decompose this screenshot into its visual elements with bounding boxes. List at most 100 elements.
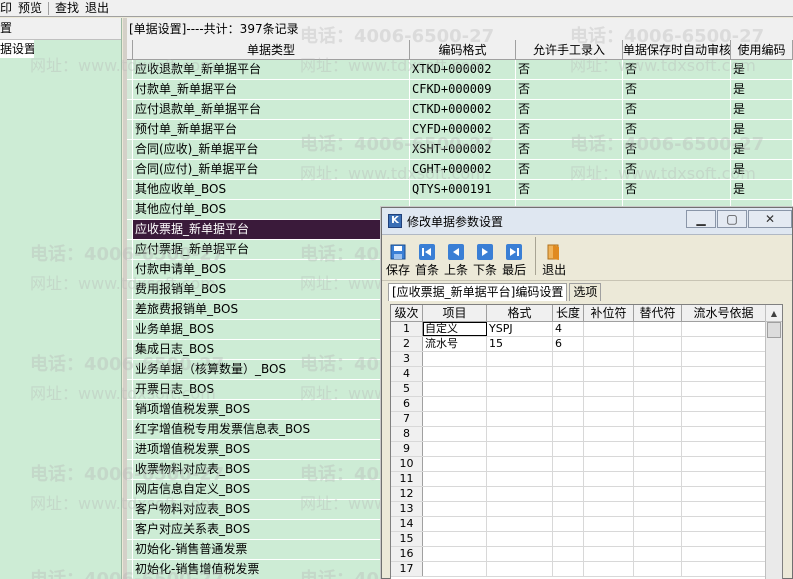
code-cell-replace[interactable] bbox=[634, 487, 682, 501]
cell-auto-audit[interactable]: 否 bbox=[623, 60, 731, 79]
code-cell-length[interactable] bbox=[553, 412, 584, 426]
cell-type[interactable]: 应收退款单_新单据平台 bbox=[133, 60, 410, 79]
code-cell-length[interactable] bbox=[553, 517, 584, 531]
cell-manual[interactable]: 否 bbox=[516, 60, 623, 79]
code-cell-replace[interactable] bbox=[634, 322, 682, 336]
code-cell-seq[interactable] bbox=[682, 412, 766, 426]
code-cell-replace[interactable] bbox=[634, 412, 682, 426]
code-cell-fill[interactable] bbox=[584, 427, 634, 441]
menu-preview[interactable]: 预览 bbox=[18, 0, 48, 16]
cell-use[interactable]: 是 bbox=[731, 180, 793, 199]
code-cell-fill[interactable] bbox=[584, 352, 634, 366]
cell-code[interactable]: CYFD+000002 bbox=[410, 120, 516, 139]
code-grid-row[interactable]: 15 bbox=[391, 532, 782, 547]
code-cell-replace[interactable] bbox=[634, 562, 682, 576]
code-cell-length[interactable] bbox=[553, 442, 584, 456]
column-header-length[interactable]: 长度 bbox=[553, 305, 584, 321]
code-grid-row[interactable]: 3 bbox=[391, 352, 782, 367]
code-grid-row[interactable]: 12 bbox=[391, 487, 782, 502]
code-cell-item[interactable] bbox=[423, 472, 487, 486]
cell-manual[interactable]: 否 bbox=[516, 180, 623, 199]
column-header-allow-manual[interactable]: 允许手工录入 bbox=[516, 40, 623, 59]
code-cell-format[interactable] bbox=[487, 352, 553, 366]
code-cell-fill[interactable] bbox=[584, 457, 634, 471]
code-cell-item[interactable] bbox=[423, 397, 487, 411]
cell-type[interactable]: 业务单据（核算数量）_BOS bbox=[133, 360, 410, 379]
code-cell-seq[interactable] bbox=[682, 532, 766, 546]
code-cell-length[interactable] bbox=[553, 367, 584, 381]
cell-auto-audit[interactable]: 否 bbox=[623, 80, 731, 99]
cell-auto-audit[interactable]: 否 bbox=[623, 140, 731, 159]
vertical-scrollbar[interactable]: ▲ bbox=[765, 305, 782, 579]
column-header-auto-audit[interactable]: 单据保存时自动审核 bbox=[623, 40, 731, 59]
code-cell-fill[interactable] bbox=[584, 547, 634, 561]
code-grid-row[interactable]: 8 bbox=[391, 427, 782, 442]
table-row[interactable]: 合同(应付)_新单据平台 CGHT+000002 否否是 bbox=[127, 160, 793, 180]
cell-type[interactable]: 红字增值税专用发票信息表_BOS bbox=[133, 420, 410, 439]
cell-use[interactable]: 是 bbox=[731, 120, 793, 139]
code-cell-replace[interactable] bbox=[634, 442, 682, 456]
code-grid-row[interactable]: 6 bbox=[391, 397, 782, 412]
code-grid-row[interactable]: 7 bbox=[391, 412, 782, 427]
code-cell-seq[interactable] bbox=[682, 502, 766, 516]
code-grid-row[interactable]: 13 bbox=[391, 502, 782, 517]
table-row[interactable]: 付款单_新单据平台 CFKD+000009 否否是 bbox=[127, 80, 793, 100]
cell-use[interactable]: 是 bbox=[731, 160, 793, 179]
code-cell-seq[interactable] bbox=[682, 442, 766, 456]
cell-code[interactable]: XSHT+000002 bbox=[410, 140, 516, 159]
column-header-serial-basis[interactable]: 流水号依据 bbox=[682, 305, 766, 321]
last-record-button[interactable]: 最后 bbox=[502, 243, 526, 277]
cell-use[interactable]: 是 bbox=[731, 80, 793, 99]
cell-auto-audit[interactable]: 否 bbox=[623, 120, 731, 139]
code-cell-seq[interactable] bbox=[682, 517, 766, 531]
column-header-fill-char[interactable]: 补位符 bbox=[584, 305, 634, 321]
code-cell-format[interactable] bbox=[487, 457, 553, 471]
code-cell-length[interactable] bbox=[553, 397, 584, 411]
code-cell-fill[interactable] bbox=[584, 562, 634, 576]
code-cell-format[interactable] bbox=[487, 532, 553, 546]
code-cell-fill[interactable] bbox=[584, 367, 634, 381]
code-grid-row[interactable]: 14 bbox=[391, 517, 782, 532]
code-cell-format[interactable]: YSPJ bbox=[487, 322, 553, 336]
scroll-thumb[interactable] bbox=[767, 322, 781, 338]
code-cell-seq[interactable] bbox=[682, 322, 766, 336]
code-grid-row[interactable]: 10 bbox=[391, 457, 782, 472]
code-cell-seq[interactable] bbox=[682, 352, 766, 366]
column-header-code-format[interactable]: 编码格式 bbox=[410, 40, 516, 59]
code-grid-row[interactable]: 2 流水号 15 6 bbox=[391, 337, 782, 352]
code-cell-item[interactable] bbox=[423, 547, 487, 561]
code-grid-row[interactable]: 17 bbox=[391, 562, 782, 577]
cell-type[interactable]: 开票日志_BOS bbox=[133, 380, 410, 399]
code-cell-length[interactable] bbox=[553, 352, 584, 366]
cell-code[interactable]: XTKD+000002 bbox=[410, 60, 516, 79]
code-cell-length[interactable] bbox=[553, 502, 584, 516]
code-cell-length[interactable] bbox=[553, 562, 584, 576]
cell-type[interactable]: 客户物料对应表_BOS bbox=[133, 500, 410, 519]
code-cell-fill[interactable] bbox=[584, 472, 634, 486]
code-cell-fill[interactable] bbox=[584, 322, 634, 336]
code-cell-replace[interactable] bbox=[634, 472, 682, 486]
code-cell-replace[interactable] bbox=[634, 517, 682, 531]
cell-type[interactable]: 应付票据_新单据平台 bbox=[133, 240, 410, 259]
cell-manual[interactable]: 否 bbox=[516, 120, 623, 139]
code-cell-replace[interactable] bbox=[634, 427, 682, 441]
column-header-item[interactable]: 项目 bbox=[423, 305, 487, 321]
cell-type[interactable]: 差旅费报销单_BOS bbox=[133, 300, 410, 319]
code-cell-length[interactable] bbox=[553, 532, 584, 546]
code-cell-seq[interactable] bbox=[682, 457, 766, 471]
cell-manual[interactable]: 否 bbox=[516, 140, 623, 159]
cell-type[interactable]: 预付单_新单据平台 bbox=[133, 120, 410, 139]
save-button[interactable]: 保存 bbox=[386, 243, 410, 277]
code-cell-length[interactable] bbox=[553, 487, 584, 501]
cell-type[interactable]: 初始化-销售增值税发票 bbox=[133, 560, 410, 579]
code-cell-fill[interactable] bbox=[584, 487, 634, 501]
table-row[interactable]: 应付退款单_新单据平台 CTKD+000002 否否是 bbox=[127, 100, 793, 120]
cell-type[interactable]: 客户对应关系表_BOS bbox=[133, 520, 410, 539]
menu-exit[interactable]: 退出 bbox=[85, 0, 115, 16]
cell-type[interactable]: 合同(应付)_新单据平台 bbox=[133, 160, 410, 179]
cell-auto-audit[interactable]: 否 bbox=[623, 160, 731, 179]
code-cell-replace[interactable] bbox=[634, 337, 682, 351]
cell-code[interactable]: CGHT+000002 bbox=[410, 160, 516, 179]
code-cell-replace[interactable] bbox=[634, 547, 682, 561]
code-cell-format[interactable] bbox=[487, 517, 553, 531]
